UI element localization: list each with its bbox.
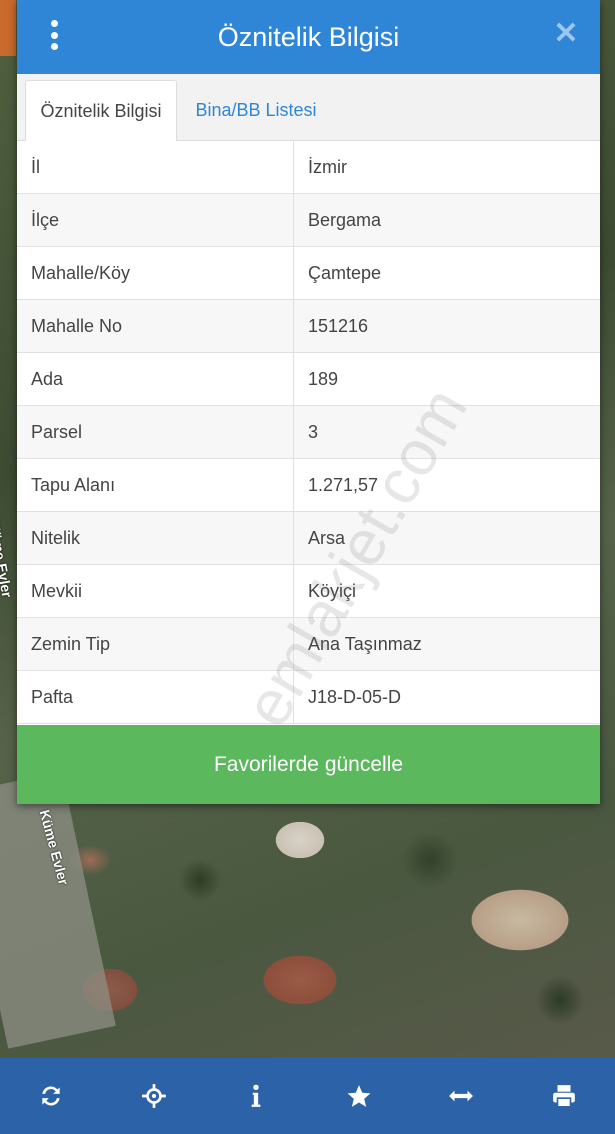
attribute-table: İl İzmir İlçe Bergama Mahalle/Köy Çamtepe M… <box>17 141 600 724</box>
attribute-dialog: Öznitelik Bilgisi ✕ Öznitelik Bilgisi Bi… <box>17 0 600 804</box>
print-icon[interactable] <box>544 1076 584 1116</box>
table-row: Tapu Alanı 1.271,57 <box>17 458 600 512</box>
refresh-icon[interactable] <box>31 1076 71 1116</box>
attribute-value: 3 <box>293 405 600 459</box>
dialog-title: Öznitelik Bilgisi <box>217 21 400 52</box>
locate-icon[interactable] <box>134 1076 174 1116</box>
attribute-key: İlçe <box>17 193 294 247</box>
table-row: Mahalle/Köy Çamtepe <box>17 246 600 300</box>
tab-attribute-info[interactable]: Öznitelik Bilgisi <box>25 80 177 141</box>
attribute-key: Mevkii <box>17 564 294 618</box>
attribute-value: 151216 <box>293 299 600 353</box>
attribute-value: 189 <box>293 352 600 406</box>
table-row: Parsel 3 <box>17 405 600 459</box>
attribute-key: Mahalle No <box>17 299 294 353</box>
attribute-value: İzmir <box>293 141 600 194</box>
info-icon[interactable] <box>236 1076 276 1116</box>
table-row: Nitelik Arsa <box>17 511 600 565</box>
table-row: Pafta J18-D-05-D <box>17 670 600 724</box>
table-row: Mevkii Köyiçi <box>17 564 600 618</box>
attribute-key: Ada <box>17 352 294 406</box>
attribute-value: Ana Taşınmaz <box>293 617 600 671</box>
attribute-key: Zemin Tip <box>17 617 294 671</box>
map-marker-strip <box>0 0 16 56</box>
attribute-key: Nitelik <box>17 511 294 565</box>
attribute-value: Köyiçi <box>293 564 600 618</box>
star-icon[interactable] <box>339 1076 379 1116</box>
attribute-key: Tapu Alanı <box>17 458 294 512</box>
tab-bar: Öznitelik Bilgisi Bina/BB Listesi <box>17 74 600 141</box>
update-favorites-button[interactable]: Favorilerde güncelle <box>17 725 600 804</box>
dialog-header: Öznitelik Bilgisi ✕ <box>17 0 600 74</box>
bottom-toolbar <box>0 1058 615 1134</box>
attribute-value: J18-D-05-D <box>293 670 600 724</box>
tab-building-list[interactable]: Bina/BB Listesi <box>193 80 319 140</box>
attribute-key: Parsel <box>17 405 294 459</box>
attribute-key: Pafta <box>17 670 294 724</box>
attribute-value: Arsa <box>293 511 600 565</box>
attribute-value: Bergama <box>293 193 600 247</box>
table-row: İl İzmir <box>17 141 600 194</box>
attribute-value: 1.271,57 <box>293 458 600 512</box>
attribute-key: Mahalle/Köy <box>17 246 294 300</box>
attribute-key: İl <box>17 141 294 194</box>
table-row: Ada 189 <box>17 352 600 406</box>
table-row: İlçe Bergama <box>17 193 600 247</box>
measure-icon[interactable] <box>441 1076 481 1116</box>
attribute-value: Çamtepe <box>293 246 600 300</box>
table-row: Mahalle No 151216 <box>17 299 600 353</box>
close-icon[interactable]: ✕ <box>552 19 580 49</box>
table-row: Zemin Tip Ana Taşınmaz <box>17 617 600 671</box>
menu-icon[interactable] <box>45 20 63 50</box>
